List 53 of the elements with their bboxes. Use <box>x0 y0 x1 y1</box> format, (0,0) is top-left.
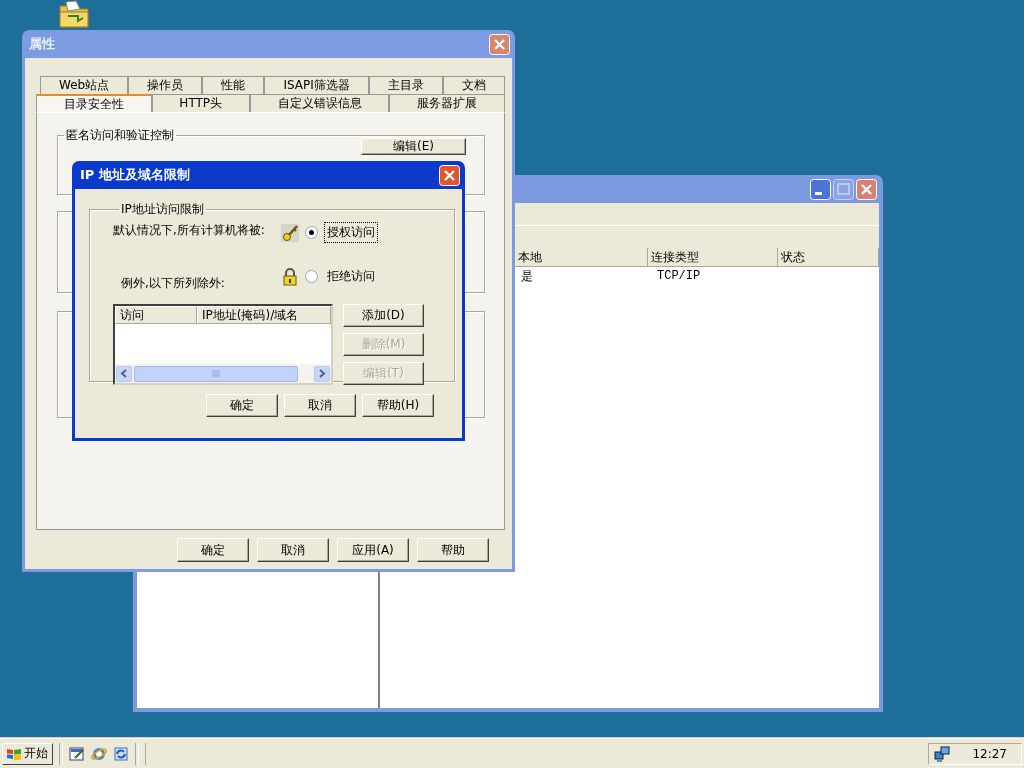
padlock-icon <box>281 267 299 286</box>
side-button[interactable]: 添加(D) <box>343 304 424 327</box>
group-title: 匿名访问和验证控制 <box>65 127 175 144</box>
scrollbar-thumb[interactable] <box>134 365 298 382</box>
dialog-button[interactable]: 确定 <box>206 394 278 417</box>
column-header[interactable]: IP地址(掩码)/域名 <box>197 306 331 324</box>
chevron-left-icon <box>120 369 128 378</box>
clock: 12:27 <box>972 746 1007 761</box>
prompt-label: 默认情况下,所有计算机将被: <box>113 222 266 239</box>
network-icon[interactable] <box>934 745 951 762</box>
tab[interactable]: 文档 <box>442 76 505 94</box>
minimize-button[interactable] <box>810 178 831 200</box>
start-button[interactable]: 开始 <box>2 742 53 765</box>
tab[interactable]: Web站点 <box>40 76 129 94</box>
dialog-title: IP 地址及域名限制 <box>80 166 190 184</box>
desktop-icon[interactable] <box>69 745 85 762</box>
grip-icon <box>211 370 221 377</box>
tab[interactable]: 自定义错误信息 <box>249 94 390 112</box>
folder-icon[interactable] <box>58 0 90 28</box>
tab[interactable]: 目录安全性 <box>36 94 152 112</box>
column-header[interactable]: 访问 <box>115 306 197 324</box>
dialog-button[interactable]: 应用(A) <box>337 538 409 562</box>
column-header[interactable]: 状态 <box>778 248 879 266</box>
tab[interactable]: HTTP头 <box>151 94 250 112</box>
dialog-button[interactable]: 帮助 <box>417 538 489 562</box>
tab[interactable]: 操作员 <box>128 76 203 94</box>
window-title: 属性 <box>29 35 55 53</box>
table-cell-text: 是 <box>520 268 534 285</box>
dialog-button[interactable]: 帮助(H) <box>362 394 434 417</box>
tab[interactable]: 性能 <box>202 76 265 94</box>
scroll-right-button[interactable] <box>314 365 330 382</box>
group-title: IP地址访问限制 <box>120 201 205 218</box>
radio-button[interactable] <box>305 226 318 239</box>
key-icon <box>281 223 299 242</box>
dialog-button[interactable]: 确定 <box>177 538 249 562</box>
radio-button[interactable] <box>305 270 318 283</box>
edit-button[interactable]: 编辑(E) <box>361 138 466 155</box>
column-header[interactable]: 连接类型 <box>648 248 778 266</box>
option-label[interactable]: 授权访问 <box>324 222 378 243</box>
tab[interactable]: 服务器扩展 <box>389 94 506 112</box>
option-label[interactable]: 拒绝访问 <box>324 266 378 287</box>
tab[interactable]: 主目录 <box>368 76 443 94</box>
chevron-right-icon <box>318 369 326 378</box>
scroll-left-button[interactable] <box>116 365 132 382</box>
dialog-button[interactable]: 取消 <box>284 394 356 417</box>
refresh-icon[interactable] <box>113 745 129 762</box>
dialog-button[interactable]: 取消 <box>257 538 329 562</box>
close-button[interactable] <box>439 164 460 186</box>
windows-flag-icon <box>6 746 22 761</box>
table-cell-text: TCP/IP <box>656 269 702 283</box>
browser-icon[interactable] <box>91 745 107 762</box>
prompt-label: 例外,以下所列除外: <box>120 275 226 292</box>
tab[interactable]: ISAPI筛选器 <box>264 76 369 94</box>
